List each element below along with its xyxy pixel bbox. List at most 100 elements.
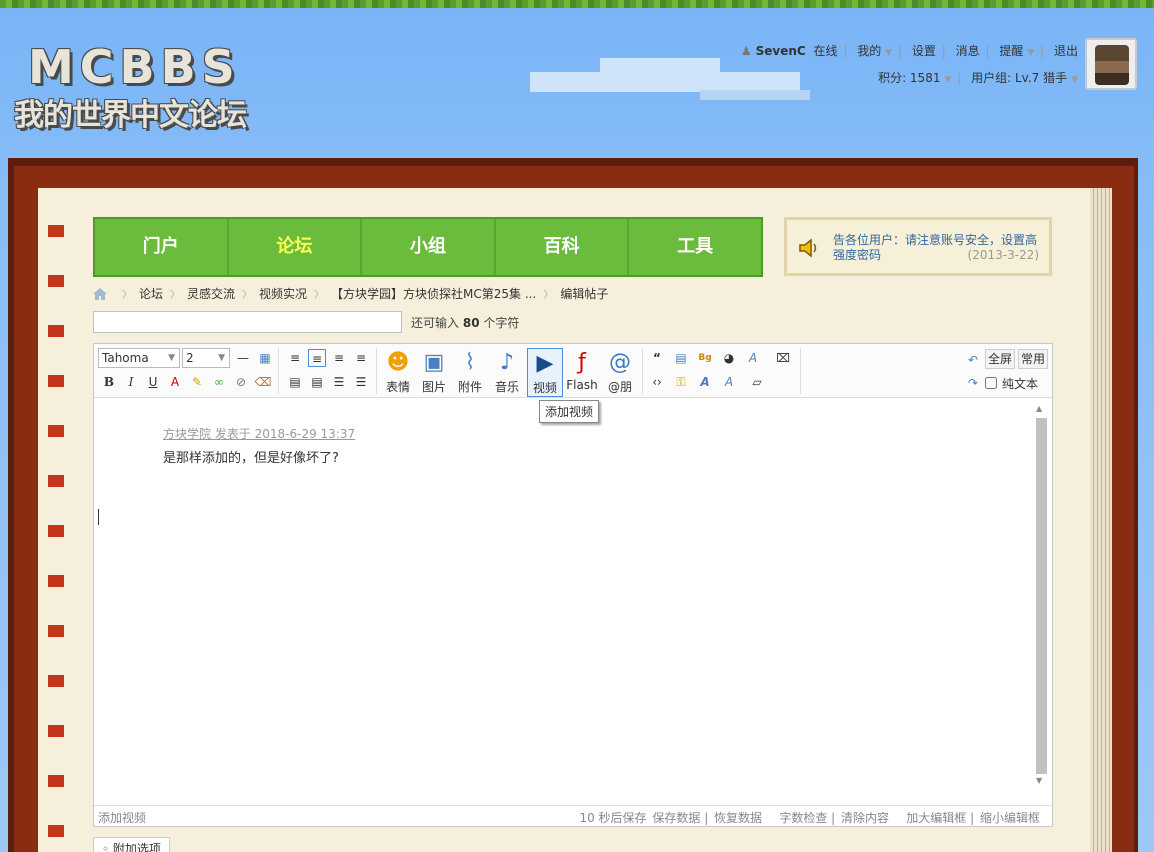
breadcrumb-separator: 〉 [543, 290, 554, 301]
nav-item-group[interactable]: 小组 [362, 219, 496, 275]
enlarge-editor-link[interactable]: 加大编辑框 [906, 811, 966, 825]
unlink-icon[interactable]: ⊘ [232, 373, 250, 391]
subscript-icon[interactable]: A [744, 349, 762, 367]
undo-icon[interactable]: ↶ [964, 351, 982, 369]
nav-item-wiki[interactable]: 百科 [496, 219, 630, 275]
align-center-icon[interactable]: ≡ [330, 349, 348, 367]
restore-data-link[interactable]: 恢复数据 [714, 811, 762, 825]
video-button[interactable]: ▶ 视频 [527, 348, 563, 397]
fullscreen-button[interactable]: 全屏 [985, 349, 1016, 369]
free-icon[interactable]: ▱ [748, 373, 766, 391]
plaintext-label: 纯文本 [1002, 377, 1039, 391]
breadcrumb-separator: 〉 [122, 290, 132, 301]
smiley-icon: ☻ [386, 350, 410, 375]
image-icon: ▣ [423, 350, 445, 375]
superscript-icon[interactable]: A [720, 373, 738, 391]
unordered-list-icon[interactable]: ☰ [352, 373, 370, 391]
scrollbar-thumb[interactable] [1036, 418, 1047, 774]
highlight-icon[interactable]: ✎ [188, 373, 206, 391]
save-data-link[interactable]: 保存数据 [652, 811, 700, 825]
breadcrumb-item-thread[interactable]: 【方块学园】方块侦探社MC第25集 ... [331, 285, 536, 302]
mine-menu[interactable]: 我的 [857, 44, 881, 58]
points-menu[interactable]: 积分: 1581 [878, 71, 940, 85]
site-logo[interactable]: MCBBS 我的世界中文论坛 [14, 40, 284, 133]
align-left-icon[interactable]: ≡ [286, 349, 304, 367]
mention-button[interactable]: @ @朋 [602, 348, 638, 395]
post-editor: Tahoma ▼ 2 ▼ — ▦ B I U A ✎ ∞ ⊘ ⌫ ≡ ≡ ≡ ≡ ▤… [93, 343, 1053, 827]
video-icon: ▶ [536, 351, 554, 376]
text-cursor [98, 509, 99, 525]
shrink-editor-link[interactable]: 缩小编辑框 [980, 811, 1040, 825]
extra-options-tab[interactable]: ◦ 附加选项 [93, 837, 170, 852]
clear-format-icon[interactable]: ⌫ [254, 373, 272, 391]
code-block-icon[interactable]: ▤ [672, 349, 690, 367]
ordered-list-icon[interactable]: ☰ [330, 373, 348, 391]
tv-icon[interactable]: ⌧ [774, 349, 792, 367]
align-right-icon[interactable]: ≡ [352, 349, 370, 367]
horizontal-rule-icon[interactable]: — [234, 349, 252, 367]
editor-content[interactable]: 方块学院 发表于 2018-6-29 13:37 是那样添加的，但是好像坏了? [94, 399, 1034, 805]
avatar-image [1095, 45, 1129, 85]
attachment-button[interactable]: ⌇ 附件 [452, 348, 488, 395]
home-icon[interactable] [93, 287, 107, 300]
image-button[interactable]: ▣ 图片 [416, 348, 452, 395]
plaintext-checkbox[interactable] [985, 377, 997, 389]
qq-icon[interactable]: ◕ [720, 349, 738, 367]
chevron-down-icon: ▼ [1071, 75, 1078, 85]
font-family-select[interactable]: Tahoma ▼ [98, 348, 180, 368]
font-size-select[interactable]: 2 ▼ [182, 348, 230, 368]
grass-top-border [0, 0, 1154, 8]
announcement-box: 告各位用户：请注意账号安全，设置高强度密码 (2013-3-22) [784, 217, 1052, 276]
table-icon[interactable]: ▦ [256, 349, 274, 367]
at-icon: @ [609, 350, 631, 375]
book-spine [48, 215, 64, 852]
scroll-up-icon[interactable]: ▲ [1036, 404, 1042, 413]
italic-icon[interactable]: I [122, 373, 140, 391]
breadcrumb-item-forum[interactable]: 论坛 [139, 285, 163, 302]
flash-button[interactable]: ƒ Flash [564, 348, 600, 392]
messages-link[interactable]: 消息 [956, 44, 980, 58]
bold-icon[interactable]: B [100, 373, 118, 391]
nav-item-portal[interactable]: 门户 [95, 219, 229, 275]
chevron-down-icon: ▼ [944, 75, 952, 85]
nav-item-forum[interactable]: 论坛 [229, 219, 363, 275]
float-left-icon[interactable]: ▤ [286, 373, 304, 391]
book-pages-edge [1090, 188, 1112, 852]
common-mode-button[interactable]: 常用 [1018, 349, 1049, 369]
subject-input[interactable] [93, 311, 402, 333]
music-button[interactable]: ♪ 音乐 [489, 348, 525, 395]
align-justify-icon[interactable]: ≡ [308, 349, 326, 367]
font-color-icon[interactable]: A [166, 373, 184, 391]
speaker-icon [799, 238, 817, 258]
username-link[interactable]: SevenC [756, 44, 806, 58]
word-check-link[interactable]: 字数检查 [779, 811, 827, 825]
logo-subtitle: 我的世界中文论坛 [14, 98, 247, 133]
logo-title: MCBBS [28, 40, 241, 94]
music-icon: ♪ [499, 350, 515, 375]
quote-author[interactable]: 方块学院 发表于 2018-6-29 13:37 [163, 425, 355, 442]
breadcrumb-item-board[interactable]: 视频实况 [259, 285, 307, 302]
code-icon[interactable]: ‹› [648, 373, 666, 391]
logout-link[interactable]: 退出 [1054, 44, 1078, 58]
quote-icon[interactable]: “ [648, 349, 666, 367]
scroll-down-icon[interactable]: ▼ [1036, 776, 1042, 785]
editor-statusbar: 添加视频 10 秒后保存 保存数据 | 恢复数据 字数检查 | 清除内容 加大编… [94, 805, 1052, 826]
online-status: 在线 [813, 44, 838, 58]
clear-content-link[interactable]: 清除内容 [841, 811, 889, 825]
font-style-icon[interactable]: A [696, 373, 714, 391]
editor-scrollbar[interactable]: ▲ ▼ [1034, 404, 1048, 785]
reminders-menu[interactable]: 提醒 [999, 44, 1023, 58]
nav-item-tools[interactable]: 工具 [629, 219, 761, 275]
background-icon[interactable]: Bg [696, 349, 714, 367]
main-nav: 门户 论坛 小组 百科 工具 [93, 217, 763, 277]
settings-link[interactable]: 设置 [912, 44, 936, 58]
emoji-button[interactable]: ☻ 表情 [380, 348, 416, 395]
underline-icon[interactable]: U [144, 373, 162, 391]
hide-content-icon[interactable]: ⚿ [672, 373, 690, 391]
avatar[interactable] [1085, 38, 1137, 90]
breadcrumb-item-section[interactable]: 灵感交流 [187, 285, 235, 302]
redo-icon[interactable]: ↷ [964, 374, 982, 392]
float-right-icon[interactable]: ▤ [308, 373, 326, 391]
usergroup-menu[interactable]: 用户组: Lv.7 猎手 [971, 71, 1067, 85]
link-icon[interactable]: ∞ [210, 373, 228, 391]
